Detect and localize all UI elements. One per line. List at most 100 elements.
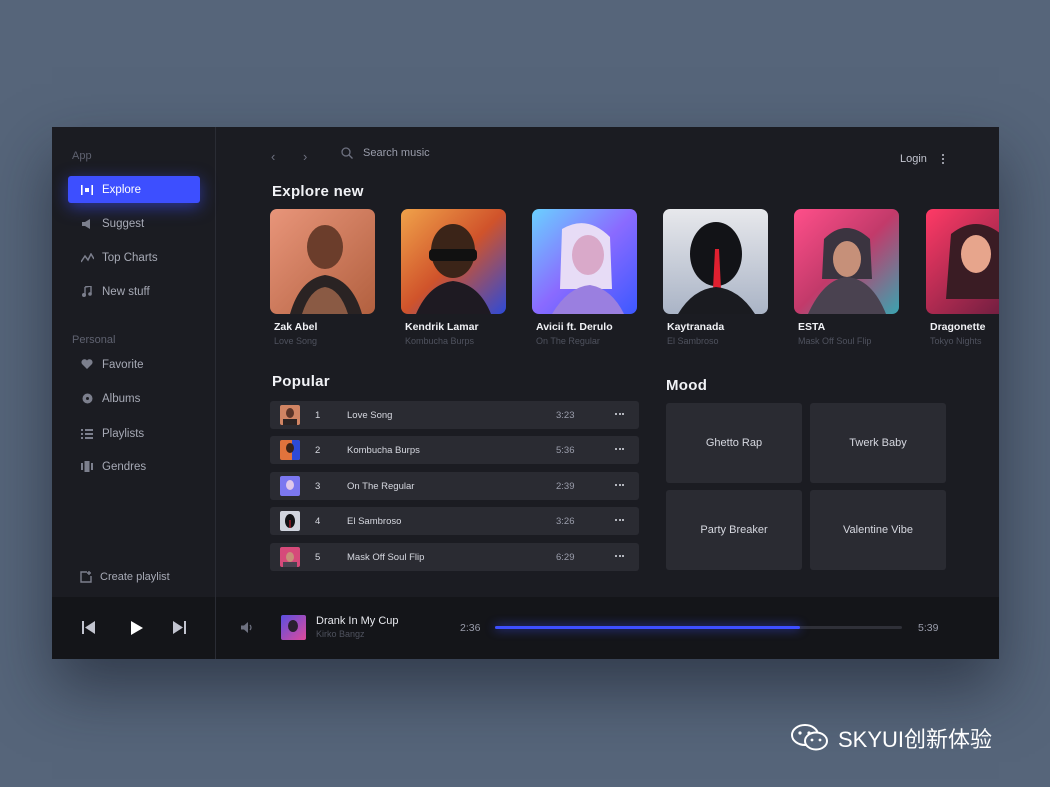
volume-icon[interactable] xyxy=(241,622,254,633)
player-divider xyxy=(215,597,216,659)
progress-slider[interactable] xyxy=(495,626,902,629)
card-song: El Sambroso xyxy=(667,336,719,346)
sidebar-item-label: Playlists xyxy=(102,427,145,440)
mood-tile[interactable]: Ghetto Rap xyxy=(666,403,802,483)
track-title: Love Song xyxy=(347,409,393,421)
table-row[interactable]: 3 On The Regular 2:39 xyxy=(270,472,639,500)
album-art xyxy=(401,209,506,314)
track-duration: 3:26 xyxy=(556,515,575,527)
sidebar-item-playlists[interactable]: Playlists xyxy=(68,420,200,447)
more-horizontal-icon[interactable] xyxy=(615,519,624,521)
album-art xyxy=(270,209,375,314)
section-label-app: App xyxy=(72,150,92,162)
track-number: 4 xyxy=(315,515,321,527)
artist-card[interactable]: Zak Abel Love Song xyxy=(270,209,376,346)
list-icon xyxy=(80,428,94,439)
create-playlist-label: Create playlist xyxy=(100,571,170,583)
previous-icon[interactable] xyxy=(82,621,95,634)
artist-card[interactable]: Avicii ft. Derulo On The Regular xyxy=(532,209,638,346)
more-horizontal-icon[interactable] xyxy=(615,413,624,415)
album-art xyxy=(794,209,899,314)
music-note-icon xyxy=(80,286,94,297)
track-title: On The Regular xyxy=(347,480,415,492)
sidebar-item-explore[interactable]: Explore xyxy=(68,176,200,203)
next-icon[interactable] xyxy=(173,621,186,634)
artist-card[interactable]: Kendrik Lamar Kombucha Burps xyxy=(401,209,507,346)
card-artist: ESTA xyxy=(798,321,826,333)
explore-icon xyxy=(80,184,94,195)
music-app-window: App Explore Suggest Top Charts New stuff xyxy=(52,127,999,659)
mood-tile[interactable]: Twerk Baby xyxy=(810,403,946,483)
sidebar-item-label: Albums xyxy=(102,392,141,405)
table-row[interactable]: 2 Kombucha Burps 5:36 xyxy=(270,436,639,464)
back-arrow-icon[interactable]: ‹ xyxy=(271,149,275,164)
sidebar-item-suggest[interactable]: Suggest xyxy=(68,210,200,237)
total-time: 5:39 xyxy=(918,622,939,634)
player-bar: Drank In My Cup Kirko Bangz 2:36 5:39 xyxy=(52,597,999,659)
sidebar-item-new-stuff[interactable]: New stuff xyxy=(68,278,200,305)
card-song: Tokyo Nights xyxy=(930,336,982,346)
section-label-personal: Personal xyxy=(72,334,116,346)
track-thumbnail xyxy=(280,405,300,425)
play-icon[interactable] xyxy=(131,621,143,635)
artist-card[interactable]: Kaytranada El Sambroso xyxy=(663,209,769,346)
artist-card[interactable]: ESTA Mask Off Soul Flip xyxy=(794,209,900,346)
track-thumbnail xyxy=(280,476,300,496)
search-input[interactable]: Search music xyxy=(341,147,430,159)
popular-title: Popular xyxy=(272,373,330,390)
track-number: 1 xyxy=(315,409,321,421)
more-horizontal-icon[interactable] xyxy=(615,448,624,450)
album-art xyxy=(926,209,999,314)
track-duration: 5:36 xyxy=(556,444,575,456)
sidebar-item-top-charts[interactable]: Top Charts xyxy=(68,244,200,271)
track-title: Mask Off Soul Flip xyxy=(347,551,425,563)
forward-arrow-icon[interactable]: › xyxy=(303,149,307,164)
table-row[interactable]: 1 Love Song 3:23 xyxy=(270,401,639,429)
search-placeholder: Search music xyxy=(363,147,430,159)
table-row[interactable]: 4 El Sambroso 3:26 xyxy=(270,507,639,535)
elapsed-time: 2:36 xyxy=(460,622,481,634)
card-song: Mask Off Soul Flip xyxy=(798,336,872,346)
search-icon xyxy=(341,147,353,159)
track-number: 5 xyxy=(315,551,321,563)
sidebar: App Explore Suggest Top Charts New stuff xyxy=(52,127,216,597)
more-horizontal-icon[interactable] xyxy=(615,555,624,557)
album-art xyxy=(532,209,637,314)
more-horizontal-icon[interactable] xyxy=(615,484,624,486)
sidebar-item-favorite[interactable]: Favorite xyxy=(68,351,200,378)
mood-tile[interactable]: Party Breaker xyxy=(666,490,802,570)
now-playing-title: Drank In My Cup xyxy=(316,615,399,627)
sidebar-item-label: Suggest xyxy=(102,217,145,230)
track-duration: 3:23 xyxy=(556,409,575,421)
track-title: Kombucha Burps xyxy=(347,444,420,456)
chart-line-icon xyxy=(80,252,94,263)
track-number: 3 xyxy=(315,480,321,492)
card-artist: Zak Abel xyxy=(274,321,318,333)
sidebar-item-label: Top Charts xyxy=(102,251,158,264)
mood-tile[interactable]: Valentine Vibe xyxy=(810,490,946,570)
card-song: Love Song xyxy=(274,336,318,346)
create-playlist-button[interactable]: Create playlist xyxy=(80,571,170,583)
sidebar-item-label: New stuff xyxy=(102,285,150,298)
more-vertical-icon[interactable] xyxy=(942,154,946,166)
sidebar-item-gendres[interactable]: Gendres xyxy=(68,453,200,480)
artist-card[interactable]: Dragonette Tokyo Nights xyxy=(926,209,999,346)
track-duration: 2:39 xyxy=(556,480,575,492)
add-playlist-icon xyxy=(80,571,92,583)
login-link[interactable]: Login xyxy=(900,153,927,165)
progress-fill xyxy=(495,626,801,629)
table-row[interactable]: 5 Mask Off Soul Flip 6:29 xyxy=(270,543,639,571)
now-playing-artist: Kirko Bangz xyxy=(316,629,365,639)
sidebar-item-albums[interactable]: Albums xyxy=(68,385,200,412)
album-art xyxy=(663,209,768,314)
track-title: El Sambroso xyxy=(347,515,402,527)
sidebar-item-label: Favorite xyxy=(102,358,144,371)
explore-title: Explore new xyxy=(272,183,364,200)
genres-icon xyxy=(80,461,94,472)
card-song: Kombucha Burps xyxy=(405,336,475,346)
card-artist: Dragonette xyxy=(930,321,986,333)
card-artist: Kaytranada xyxy=(667,321,725,333)
megaphone-icon xyxy=(80,218,94,229)
track-thumbnail xyxy=(280,547,300,567)
card-artist: Avicii ft. Derulo xyxy=(536,321,613,333)
